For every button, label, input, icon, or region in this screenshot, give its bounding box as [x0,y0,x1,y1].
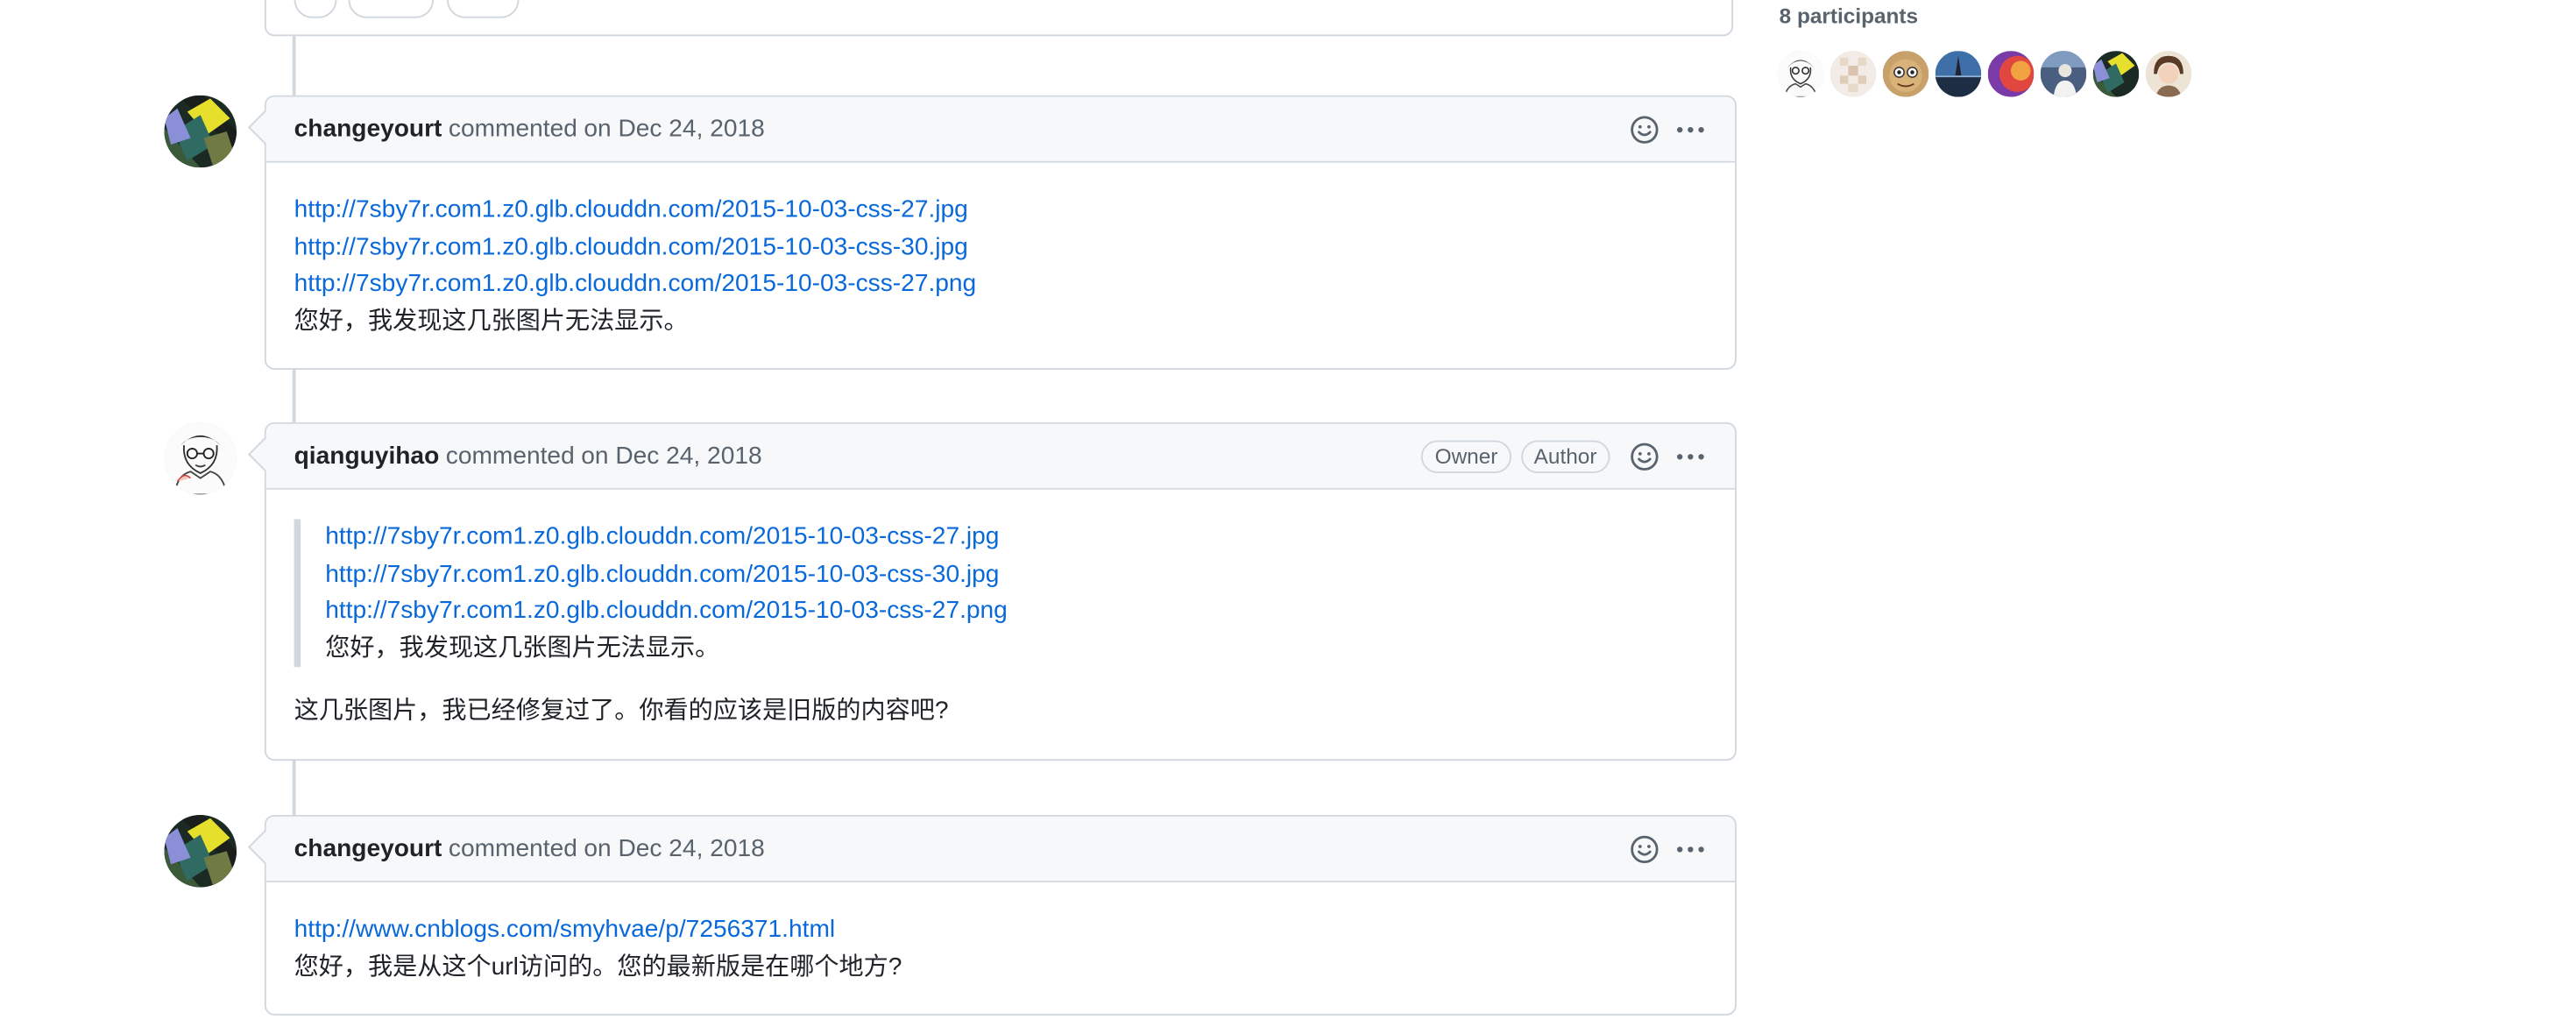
person-avatar-icon [2040,51,2087,97]
timeline-connector [292,36,296,96]
comment-options-button[interactable] [1673,831,1709,867]
colorful-avatar-icon [1987,51,2035,97]
comment-body: http://www.cnblogs.com/smyhvae/p/7256371… [266,882,1735,1014]
blog-link[interactable]: http://www.cnblogs.com/smyhvae/p/7256371… [294,912,1708,949]
kebab-horizontal-icon [1677,453,1704,459]
comment-text: 您好，我是从这个url访问的。您的最新版是在哪个地方? [294,952,902,981]
participant-avatar[interactable] [2040,51,2087,97]
participant-avatar[interactable] [2145,51,2192,97]
image-link[interactable]: http://7sby7r.com1.z0.glb.clouddn.com/20… [325,593,1707,630]
comment-options-button[interactable] [1673,111,1709,147]
comment-box: qianguyihao commented on Dec 24, 2018 Ow… [264,421,1737,761]
comment-header: changeyourt commented on Dec 24, 2018 [265,96,1735,163]
participant-avatar[interactable] [1987,51,2035,97]
landscape-avatar-icon [1935,51,1982,97]
issue-timeline-page: changeyourt commented on Dec 24, 2018 ht… [0,0,2576,1020]
comment-body: http://7sby7r.com1.z0.glb.clouddn.com/20… [266,490,1735,759]
comment-box: changeyourt commented on Dec 24, 2018 ht… [264,95,1737,370]
comment-date[interactable]: on Dec 24, 2018 [584,115,764,143]
kebab-horizontal-icon [1677,846,1704,852]
smiley-icon [1631,115,1659,143]
participant-avatar[interactable] [1882,51,1929,97]
participant-avatar[interactable] [1777,51,1824,97]
participants-list [1777,51,2192,97]
image-link[interactable]: http://7sby7r.com1.z0.glb.clouddn.com/20… [294,266,1708,303]
comment-action: commented [445,442,575,471]
abstract-avatar-icon [164,95,237,168]
comment-author[interactable]: changeyourt [294,115,442,143]
timeline-connector [292,365,296,424]
quoted-text: 您好，我发现这几张图片无法显示。 [325,633,720,662]
image-link[interactable]: http://7sby7r.com1.z0.glb.clouddn.com/20… [294,230,1708,266]
comment-date[interactable]: on Dec 24, 2018 [581,442,761,470]
quoted-reply: http://7sby7r.com1.z0.glb.clouddn.com/20… [294,519,1708,668]
sketch-avatar-icon [1777,51,1824,97]
abstract-avatar-icon [2092,51,2140,97]
avatar[interactable] [164,95,237,168]
avatar[interactable] [164,815,237,888]
comment-body: http://7sby7r.com1.z0.glb.clouddn.com/20… [266,163,1735,368]
cartoon-avatar-icon [1882,51,1929,97]
participant-avatar[interactable] [1829,51,1877,97]
comment-text: 这几张图片，我已经修复过了。你看的应该是旧版的内容吧? [294,697,949,725]
comment-header: qianguyihao commented on Dec 24, 2018 Ow… [265,423,1735,490]
image-link[interactable]: http://7sby7r.com1.z0.glb.clouddn.com/20… [325,556,1707,593]
comment-action: commented [448,115,577,144]
avatar[interactable] [164,421,237,495]
add-reaction-button[interactable] [1626,831,1662,867]
reaction-button[interactable] [294,0,337,18]
comment-author[interactable]: qianguyihao [294,442,440,470]
comment-header: changeyourt commented on Dec 24, 2018 [265,816,1735,882]
author-badge: Author [1520,439,1610,473]
sketch-avatar-icon [164,421,237,495]
reaction-button[interactable] [447,0,520,18]
abstract-avatar-icon [164,815,237,888]
participant-avatar[interactable] [1935,51,1982,97]
add-reaction-button[interactable] [1626,111,1662,147]
image-link[interactable]: http://7sby7r.com1.z0.glb.clouddn.com/20… [294,192,1708,229]
reaction-button[interactable] [348,0,434,18]
smiley-icon [1631,442,1659,470]
portrait-avatar-icon [2145,51,2192,97]
comment-author[interactable]: changeyourt [294,835,442,863]
previous-comment-box [264,0,1734,37]
smiley-icon [1631,834,1659,863]
comment-action: commented [448,834,577,863]
participant-avatar[interactable] [2092,51,2140,97]
pixel-avatar-icon [1829,51,1877,97]
image-link[interactable]: http://7sby7r.com1.z0.glb.clouddn.com/20… [325,520,1707,556]
comment-text: 您好，我发现这几张图片无法显示。 [294,306,689,335]
comment-date[interactable]: on Dec 24, 2018 [584,835,764,863]
comment-box: changeyourt commented on Dec 24, 2018 ht… [264,815,1737,1016]
comment-options-button[interactable] [1673,438,1709,474]
add-reaction-button[interactable] [1626,438,1662,474]
timeline-connector [292,757,296,817]
owner-badge: Owner [1421,439,1511,473]
participants-label: 8 participants [1779,3,1919,28]
kebab-horizontal-icon [1677,126,1704,132]
